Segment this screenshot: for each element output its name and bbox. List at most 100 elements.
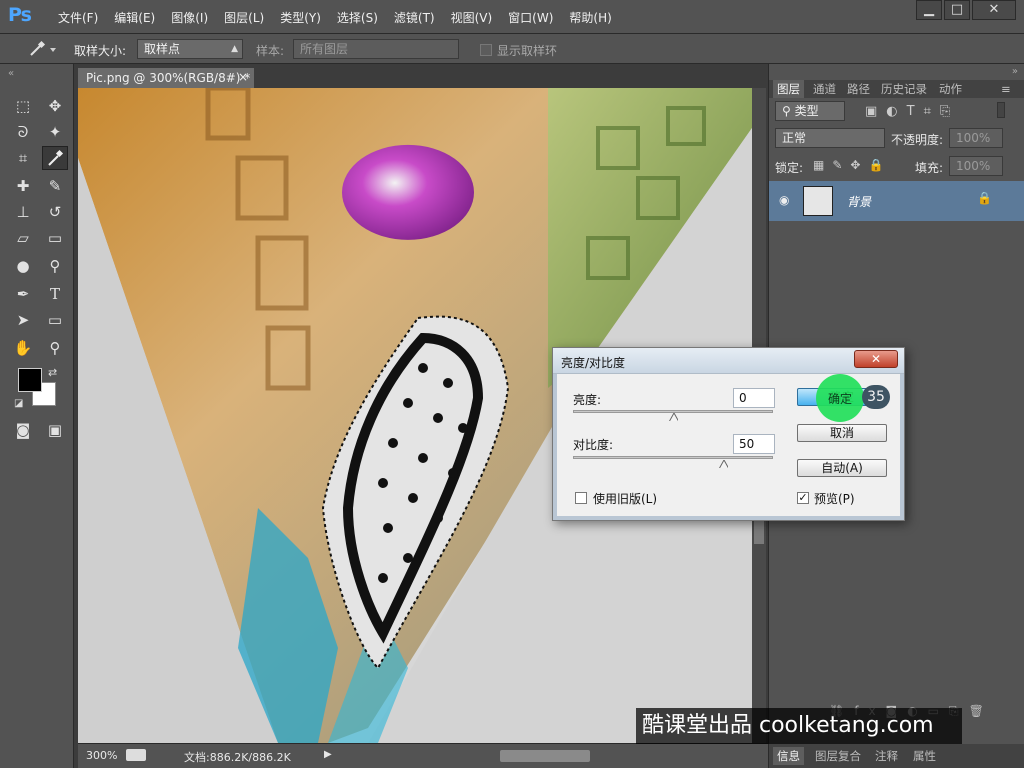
- rectangle-tool-icon[interactable]: ▭: [42, 308, 68, 332]
- healing-brush-tool-icon[interactable]: ✚: [10, 174, 36, 198]
- menu-bar: Ps 文件(F) 编辑(E) 图像(I) 图层(L) 类型(Y) 选择(S) 滤…: [0, 0, 1024, 34]
- history-brush-tool-icon[interactable]: ↺: [42, 200, 68, 224]
- move-tool-icon[interactable]: ✥: [42, 94, 68, 118]
- tab-properties[interactable]: 属性: [909, 747, 940, 765]
- tab-layers[interactable]: 图层: [773, 80, 804, 98]
- layer-filter-icons[interactable]: ▣◐T⌗⎘: [865, 104, 959, 119]
- eyedropper-tool-icon[interactable]: [42, 146, 68, 170]
- lock-icons[interactable]: ▦✎✥🔒: [813, 158, 891, 172]
- main-menu: 文件(F) 编辑(E) 图像(I) 图层(L) 类型(Y) 选择(S) 滤镜(T…: [50, 9, 620, 27]
- tab-notes[interactable]: 注释: [871, 747, 902, 765]
- quick-mask-icon[interactable]: ◙: [10, 418, 36, 442]
- hand-tool-icon[interactable]: ✋: [10, 336, 36, 360]
- document-tabs: Pic.png @ 300%(RGB/8#) * ×: [78, 68, 768, 88]
- brightness-input[interactable]: 0: [733, 388, 775, 408]
- tab-history[interactable]: 历史记录: [877, 80, 931, 98]
- dodge-tool-icon[interactable]: ⚲: [42, 254, 68, 278]
- brightness-slider-thumb[interactable]: [669, 413, 678, 421]
- photoshop-logo: Ps: [8, 4, 32, 26]
- use-legacy-checkbox[interactable]: [575, 492, 587, 504]
- screen-mode-icon[interactable]: ▣: [42, 418, 68, 442]
- close-tab-icon[interactable]: ×: [238, 70, 248, 84]
- minimize-button[interactable]: ▁: [916, 0, 942, 20]
- menu-window[interactable]: 窗口(W): [500, 9, 561, 27]
- ok-button-overlay-label: 确定: [828, 392, 853, 406]
- eyedropper-icon: [30, 40, 56, 56]
- menu-layer[interactable]: 图层(L): [216, 9, 272, 27]
- menu-filter[interactable]: 滤镜(T): [386, 9, 443, 27]
- filter-toggle-switch[interactable]: [997, 102, 1005, 118]
- contrast-slider-thumb[interactable]: [719, 460, 728, 468]
- lock-icon: 🔒: [977, 191, 992, 205]
- horizontal-scroll-thumb[interactable]: [500, 750, 590, 762]
- watermark: 酷课堂出品 coolketang.com: [636, 708, 962, 744]
- menu-view[interactable]: 视图(V): [443, 9, 501, 27]
- tab-paths[interactable]: 路径: [843, 80, 874, 98]
- eyedropper-preset-picker[interactable]: [26, 40, 56, 58]
- fill-input[interactable]: 100%: [949, 156, 1003, 176]
- menu-file[interactable]: 文件(F): [50, 9, 106, 27]
- blur-tool-icon[interactable]: ●: [10, 254, 36, 278]
- default-colors-icon[interactable]: ◪: [14, 398, 23, 409]
- path-selection-tool-icon[interactable]: ➤: [10, 308, 36, 332]
- panel-menu-icon[interactable]: ≡: [997, 80, 1015, 98]
- zoom-level[interactable]: 300%: [86, 749, 117, 762]
- brightness-contrast-dialog: 亮度/对比度 ✕ 亮度: 0 对比度: 50 使用旧版(L) 确定 取消 自动(…: [552, 347, 905, 521]
- foreground-color-swatch[interactable]: [18, 368, 42, 392]
- marquee-tool-icon[interactable]: ⬚: [10, 94, 36, 118]
- gradient-tool-icon[interactable]: ▭: [42, 226, 68, 250]
- menu-edit[interactable]: 编辑(E): [106, 9, 163, 27]
- brush-tool-icon[interactable]: ✎: [42, 174, 68, 198]
- blend-mode-select[interactable]: 正常: [775, 128, 885, 148]
- status-preview-icon: [126, 749, 146, 761]
- zoom-tool-icon[interactable]: ⚲: [42, 336, 68, 360]
- magic-wand-tool-icon[interactable]: ✦: [42, 120, 68, 144]
- cancel-button[interactable]: 取消: [797, 424, 887, 442]
- toolbox: « ⬚ ✥ ᘐ ✦ ⌗ ✚ ✎ ⊥ ↺ ▱ ▭ ● ⚲ ✒ T ➤ ▭ ✋ ⚲ …: [0, 64, 74, 768]
- show-sampling-ring-checkbox[interactable]: [480, 44, 492, 56]
- status-bar: 300% 文档:886.2K/886.2K ▶: [78, 743, 768, 768]
- collapse-toolbox-icon[interactable]: «: [8, 68, 14, 79]
- options-bar: 取样大小: 取样点 ▲ 样本: 所有图层 显示取样环: [0, 34, 1024, 64]
- vertical-scroll-thumb[interactable]: [754, 518, 764, 544]
- maximize-button[interactable]: □: [944, 0, 970, 20]
- sample-size-select[interactable]: 取样点 ▲: [137, 39, 243, 59]
- type-tool-icon[interactable]: T: [42, 282, 68, 306]
- contrast-slider-track[interactable]: [573, 456, 773, 459]
- tab-channels[interactable]: 通道: [809, 80, 840, 98]
- menu-help[interactable]: 帮助(H): [561, 9, 619, 27]
- menu-select[interactable]: 选择(S): [329, 9, 386, 27]
- panel-tabs: 图层 通道 路径 历史记录 动作 ≡: [769, 80, 1024, 98]
- close-window-button[interactable]: ✕: [972, 0, 1016, 20]
- menu-image[interactable]: 图像(I): [163, 9, 216, 27]
- dialog-titlebar[interactable]: 亮度/对比度 ✕: [553, 348, 904, 374]
- swap-colors-icon[interactable]: ⇄: [48, 366, 57, 379]
- opacity-input[interactable]: 100%: [949, 128, 1003, 148]
- tab-layer-comps[interactable]: 图层复合: [811, 747, 865, 765]
- layer-filter-select[interactable]: ⚲ 类型: [775, 101, 845, 121]
- use-legacy-label: 使用旧版(L): [593, 492, 658, 506]
- layer-name[interactable]: 背景: [847, 193, 871, 210]
- layer-row-background[interactable]: ◉ 背景 🔒: [769, 181, 1024, 221]
- tab-info[interactable]: 信息: [773, 747, 804, 765]
- contrast-input[interactable]: 50: [733, 434, 775, 454]
- lasso-tool-icon[interactable]: ᘐ: [10, 120, 36, 144]
- status-menu-arrow[interactable]: ▶: [324, 749, 332, 760]
- document-tab[interactable]: Pic.png @ 300%(RGB/8#) * ×: [78, 68, 254, 88]
- blend-mode-value: 正常: [782, 131, 807, 145]
- fill-label: 填充:: [915, 161, 944, 175]
- eye-visibility-icon[interactable]: ◉: [779, 193, 789, 207]
- eraser-tool-icon[interactable]: ▱: [10, 226, 36, 250]
- auto-button[interactable]: 自动(A): [797, 459, 887, 477]
- search-icon: ⚲: [782, 104, 791, 118]
- crop-tool-icon[interactable]: ⌗: [10, 146, 36, 170]
- dialog-title: 亮度/对比度: [561, 356, 626, 370]
- stamp-tool-icon[interactable]: ⊥: [10, 200, 36, 224]
- collapse-panels-icon[interactable]: »: [1012, 66, 1018, 77]
- dialog-close-button[interactable]: ✕: [854, 350, 898, 368]
- menu-type[interactable]: 类型(Y): [272, 9, 329, 27]
- sample-layers-select[interactable]: 所有图层: [293, 39, 459, 59]
- pen-tool-icon[interactable]: ✒: [10, 282, 36, 306]
- preview-checkbox[interactable]: ✓: [797, 492, 809, 504]
- tab-actions[interactable]: 动作: [935, 80, 966, 98]
